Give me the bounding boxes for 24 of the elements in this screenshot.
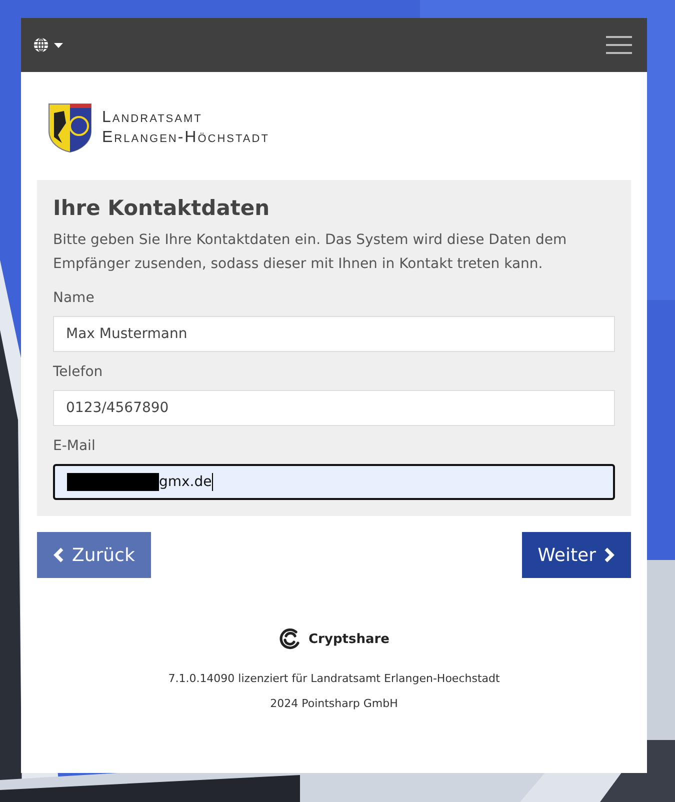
menu-button[interactable] — [606, 35, 632, 55]
copyright-text: 2024 Pointsharp GmbH — [270, 697, 398, 710]
back-button[interactable]: Zurück — [37, 532, 151, 578]
logo-text: Erlangen-Höchstadt — [102, 128, 270, 148]
chevron-left-icon — [53, 547, 64, 563]
caret-icon — [54, 42, 63, 48]
license-text: 7.1.0.14090 lizenziert für Landratsamt Erlangen-Hoechstadt — [168, 672, 500, 685]
input-field[interactable]: Max Mustermann — [53, 316, 615, 352]
input-field[interactable]: gmx.de — [53, 464, 615, 500]
field-label: Name — [53, 290, 96, 306]
brand-name: Cryptshare — [308, 632, 390, 646]
coat-of-arms-icon — [48, 103, 92, 153]
form-description: Bitte geben Sie Ihre Kontaktdaten ein. Das System wird diese Daten dem Empfänger zusenden, sodass dieser mit Ihnen in Kontakt treten kann. — [53, 231, 568, 274]
chevron-right-icon — [604, 547, 615, 563]
language-menu-button[interactable] — [33, 37, 63, 53]
form-title: Ihre Kontaktdaten — [53, 196, 271, 220]
field-label: Telefon — [53, 364, 104, 380]
cryptshare-logo-icon — [278, 628, 301, 650]
globe-icon — [33, 37, 49, 53]
next-button[interactable]: Weiter — [522, 532, 631, 578]
field-label: E-Mail — [53, 438, 96, 454]
menu-icon — [606, 35, 632, 55]
input-field[interactable]: 0123/4567890 — [53, 390, 615, 426]
logo-text: Landratsamt — [102, 108, 204, 128]
